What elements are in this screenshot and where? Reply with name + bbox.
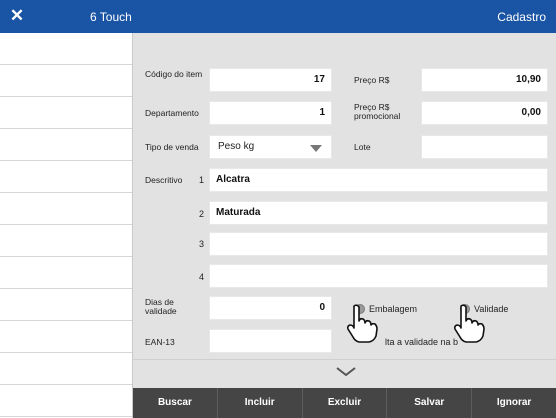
excluir-button[interactable]: Excluir — [301, 388, 387, 418]
departamento-label: Departamento — [145, 108, 199, 118]
departamento-field[interactable]: 1 — [209, 101, 332, 125]
ignorar-button[interactable]: Ignorar — [471, 388, 556, 418]
list-item[interactable] — [0, 193, 132, 225]
descritivo-line-3[interactable] — [209, 232, 548, 256]
close-icon[interactable]: ✕ — [8, 7, 26, 25]
lote-field[interactable] — [421, 135, 548, 159]
descritivo-label: Descritivo — [145, 175, 183, 185]
list-item[interactable] — [0, 97, 132, 129]
dias-validade-field[interactable]: 0 — [209, 296, 332, 320]
tipo-venda-value: Peso kg — [218, 141, 255, 152]
item-list — [0, 33, 133, 418]
descritivo-line-2[interactable]: Maturada — [209, 201, 548, 225]
preco-field[interactable]: 10,90 — [421, 68, 548, 92]
descritivo-index: 4 — [198, 272, 204, 282]
list-item[interactable] — [0, 321, 132, 353]
list-item[interactable] — [0, 225, 132, 257]
preco-promocional-label: Preço R$ promocional — [354, 102, 401, 121]
list-item[interactable] — [0, 161, 132, 193]
list-item[interactable] — [0, 353, 132, 385]
list-item[interactable] — [0, 33, 132, 65]
preco-label: Preço R$ — [354, 75, 390, 85]
codigo-label: Código do item — [145, 69, 203, 79]
ean-label: EAN-13 — [145, 337, 175, 347]
preco-promocional-field[interactable]: 0,00 — [421, 101, 548, 125]
app-title: 6 Touch — [90, 10, 132, 24]
chevron-down-icon[interactable] — [336, 367, 356, 377]
list-item[interactable] — [0, 129, 132, 161]
dias-validade-label: Dias de validade — [145, 297, 177, 316]
form-area: Código do item 17 Preço R$ 10,90 Departa… — [133, 33, 556, 388]
codigo-field[interactable]: 17 — [209, 68, 332, 92]
lote-label: Lote — [354, 142, 371, 152]
descritivo-line-4[interactable] — [209, 264, 548, 288]
salvar-button[interactable]: Salvar — [386, 388, 471, 418]
incluir-button[interactable]: Incluir — [216, 388, 302, 418]
descritivo-line-1[interactable]: Alcatra — [209, 168, 548, 192]
section-title: Cadastro — [497, 10, 546, 24]
tipo-venda-select[interactable]: Peso kg — [209, 135, 332, 159]
title-bar: ✕ 6 Touch Cadastro — [0, 0, 556, 33]
list-item[interactable] — [0, 289, 132, 321]
hand-pointer-icon — [453, 304, 485, 343]
buscar-button[interactable]: Buscar — [133, 388, 217, 418]
descritivo-index: 3 — [198, 239, 204, 249]
hand-pointer-icon — [346, 304, 378, 343]
tipo-venda-label: Tipo de venda — [145, 142, 199, 152]
descritivo-index: 2 — [198, 209, 204, 219]
list-item[interactable] — [0, 65, 132, 97]
dropdown-arrow-icon — [310, 145, 322, 152]
divider — [133, 359, 556, 360]
bottom-toolbar: Buscar Incluir Excluir Salvar Ignorar — [133, 388, 556, 418]
hint-text: lta a validade na b — [385, 337, 459, 347]
descritivo-index: 1 — [198, 175, 204, 185]
list-item[interactable] — [0, 257, 132, 289]
ean-field[interactable] — [209, 329, 332, 353]
list-item[interactable] — [0, 385, 132, 417]
